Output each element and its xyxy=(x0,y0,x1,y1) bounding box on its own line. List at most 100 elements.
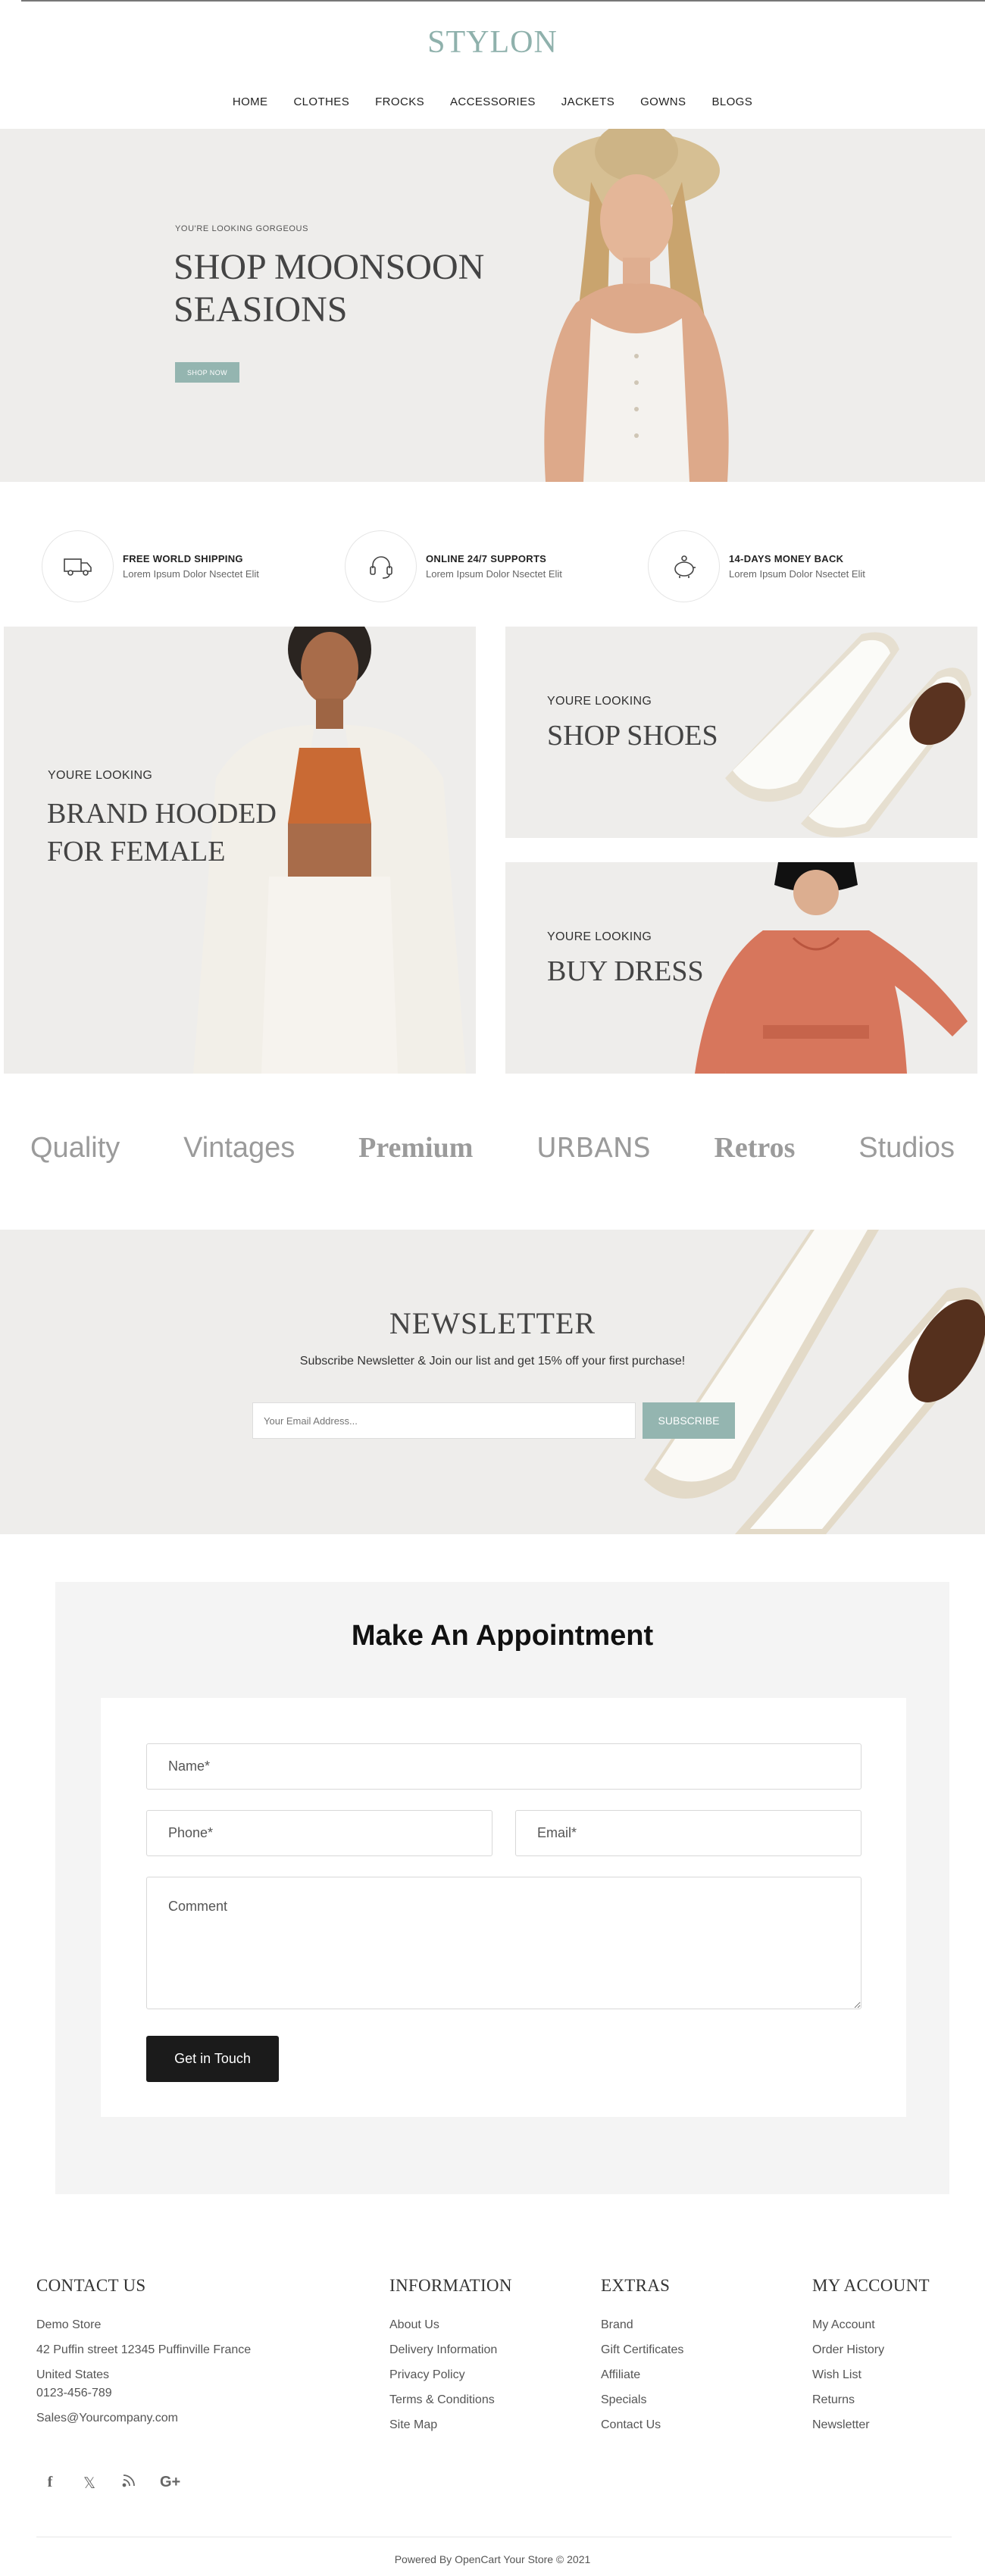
footer-link-newsletter[interactable]: Newsletter xyxy=(812,2418,930,2432)
banner-shoes-kicker: YOURE LOOKING xyxy=(547,695,652,708)
copyright: Powered By OpenCart Your Store © 2021 xyxy=(394,2553,591,2565)
features-row: FREE WORLD SHIPPING Lorem Ipsum Dolor Ns… xyxy=(42,530,951,602)
footer-link-my-account[interactable]: My Account xyxy=(812,2318,930,2332)
newsletter-title: NEWSLETTER xyxy=(389,1306,596,1340)
footer-link-contact[interactable]: Contact Us xyxy=(601,2418,683,2432)
nav-jackets[interactable]: JACKETS xyxy=(549,95,627,108)
site-logo[interactable]: STYLON xyxy=(0,24,985,61)
footer-link-delivery[interactable]: Delivery Information xyxy=(389,2343,512,2357)
dress-model-image xyxy=(695,862,968,1074)
newsletter-subtitle: Subscribe Newsletter & Join our list and… xyxy=(299,1355,686,1368)
contact-address: 42 Puffin street 12345 Puffinville Franc… xyxy=(36,2343,252,2356)
feature-subtitle: Lorem Ipsum Dolor Nsectet Elit xyxy=(729,568,865,580)
footer-contact-title: CONTACT US xyxy=(36,2276,146,2295)
footer-link-brand[interactable]: Brand xyxy=(601,2318,683,2332)
footer-extras: EXTRAS Brand Gift Certificates Affiliate… xyxy=(601,2276,683,2443)
hero-banner: YOU'RE LOOKING GORGEOUS SHOP MOONSOON SE… xyxy=(0,129,985,482)
newsletter-section: NEWSLETTER Subscribe Newsletter & Join o… xyxy=(0,1230,985,1534)
contact-country: United States xyxy=(36,2368,110,2381)
feature-title: 14-DAYS MONEY BACK xyxy=(729,553,844,564)
feature-title: FREE WORLD SHIPPING xyxy=(123,553,243,564)
footer-information-title: INFORMATION xyxy=(389,2276,512,2295)
contact-store: Demo Store xyxy=(36,2318,102,2331)
newsletter-shoes-image xyxy=(644,1230,985,1534)
footer-information: INFORMATION About Us Delivery Informatio… xyxy=(389,2276,512,2443)
hero-title-line2: SEASIONS xyxy=(174,289,348,330)
footer-contact: CONTACT US Demo Store 42 Puffin street 1… xyxy=(36,2276,251,2437)
shoes-image xyxy=(725,632,971,837)
banner-dress-kicker: YOURE LOOKING xyxy=(547,930,652,943)
footer-link-wishlist[interactable]: Wish List xyxy=(812,2368,930,2382)
email-field[interactable] xyxy=(515,1810,861,1856)
hero-title: SHOP MOONSOON SEASIONS xyxy=(174,246,484,331)
social-links: f 𝕏 G+ xyxy=(42,2474,181,2493)
facebook-icon[interactable]: f xyxy=(42,2474,58,2493)
brand-logos: Quality Vintages Premium URBANS Retros S… xyxy=(30,1121,955,1174)
newsletter-email-input[interactable] xyxy=(252,1402,636,1439)
footer-link-affiliate[interactable]: Affiliate xyxy=(601,2368,683,2382)
brand-premium[interactable]: Premium xyxy=(358,1131,473,1165)
contact-phone: 0123-456-789 xyxy=(36,2387,112,2399)
footer-link-gift[interactable]: Gift Certificates xyxy=(601,2343,683,2357)
nav-clothes[interactable]: CLOTHES xyxy=(280,95,362,108)
footer-account: MY ACCOUNT My Account Order History Wish… xyxy=(812,2276,930,2443)
nav-home[interactable]: HOME xyxy=(220,95,281,108)
banner-hooded[interactable]: YOURE LOOKING BRAND HOODED FOR FEMALE xyxy=(4,627,476,1074)
piggy-bank-icon xyxy=(674,555,696,578)
shop-now-button[interactable]: SHOP NOW xyxy=(175,362,239,383)
brand-quality[interactable]: Quality xyxy=(30,1132,120,1165)
feature-money-circle xyxy=(648,530,720,602)
feature-support: ONLINE 24/7 SUPPORTS Lorem Ipsum Dolor N… xyxy=(345,530,562,602)
hero-model-image xyxy=(544,129,729,482)
name-field[interactable] xyxy=(146,1743,861,1790)
appointment-title: Make An Appointment xyxy=(351,1620,654,1652)
feature-shipping-circle xyxy=(42,530,114,602)
feature-support-circle xyxy=(345,530,417,602)
x-icon[interactable]: 𝕏 xyxy=(81,2474,98,2493)
feature-shipping: FREE WORLD SHIPPING Lorem Ipsum Dolor Ns… xyxy=(42,530,259,602)
brand-urbans[interactable]: URBANS xyxy=(536,1133,650,1164)
banner-shoes-title: SHOP SHOES xyxy=(547,720,718,752)
footer-link-terms[interactable]: Terms & Conditions xyxy=(389,2393,512,2407)
footer-link-specials[interactable]: Specials xyxy=(601,2393,683,2407)
feature-title: ONLINE 24/7 SUPPORTS xyxy=(426,553,547,564)
footer-link-privacy[interactable]: Privacy Policy xyxy=(389,2368,512,2382)
footer-link-sitemap[interactable]: Site Map xyxy=(389,2418,512,2432)
phone-field[interactable] xyxy=(146,1810,492,1856)
headset-icon xyxy=(369,555,392,579)
comment-field[interactable] xyxy=(146,1877,861,2009)
brand-vintages[interactable]: Vintages xyxy=(183,1132,295,1165)
banner-dress[interactable]: YOURE LOOKING BUY DRESS xyxy=(505,862,977,1074)
banner-hooded-kicker: YOURE LOOKING xyxy=(48,769,153,782)
main-nav: HOME CLOTHES FROCKS ACCESSORIES JACKETS … xyxy=(0,95,985,108)
banner-hooded-title-line2: FOR FEMALE xyxy=(47,836,226,868)
banner-shoes[interactable]: YOURE LOOKING SHOP SHOES xyxy=(505,627,977,838)
footer-link-returns[interactable]: Returns xyxy=(812,2393,930,2407)
footer-link-order-history[interactable]: Order History xyxy=(812,2343,930,2357)
get-in-touch-button[interactable]: Get in Touch xyxy=(146,2036,279,2082)
rss-icon[interactable] xyxy=(120,2474,137,2493)
nav-gowns[interactable]: GOWNS xyxy=(627,95,699,108)
google-plus-icon[interactable]: G+ xyxy=(160,2474,180,2493)
feature-subtitle: Lorem Ipsum Dolor Nsectet Elit xyxy=(426,568,562,580)
brand-studios[interactable]: Studios xyxy=(858,1132,955,1165)
footer-account-title: MY ACCOUNT xyxy=(812,2276,930,2295)
appointment-section: Make An Appointment Get in Touch xyxy=(55,1582,949,2194)
feature-subtitle: Lorem Ipsum Dolor Nsectet Elit xyxy=(123,568,259,580)
nav-frocks[interactable]: FROCKS xyxy=(362,95,437,108)
contact-email-link[interactable]: Sales@Yourcompany.com xyxy=(36,2412,251,2425)
appointment-form: Get in Touch xyxy=(101,1698,906,2117)
brand-retros[interactable]: Retros xyxy=(714,1131,795,1165)
nav-blogs[interactable]: BLOGS xyxy=(699,95,765,108)
nav-accessories[interactable]: ACCESSORIES xyxy=(437,95,549,108)
truck-icon xyxy=(63,558,92,576)
banner-dress-title: BUY DRESS xyxy=(547,955,704,987)
banner-hooded-title: BRAND HOODED FOR FEMALE xyxy=(47,795,277,871)
hero-kicker: YOU'RE LOOKING GORGEOUS xyxy=(175,224,309,233)
footer-extras-title: EXTRAS xyxy=(601,2276,671,2295)
subscribe-button[interactable]: SUBSCRIBE xyxy=(643,1402,735,1439)
header-top-line xyxy=(21,0,985,2)
feature-money-back: 14-DAYS MONEY BACK Lorem Ipsum Dolor Nse… xyxy=(648,530,865,602)
hero-title-line1: SHOP MOONSOON xyxy=(174,247,485,287)
footer-link-about[interactable]: About Us xyxy=(389,2318,512,2332)
